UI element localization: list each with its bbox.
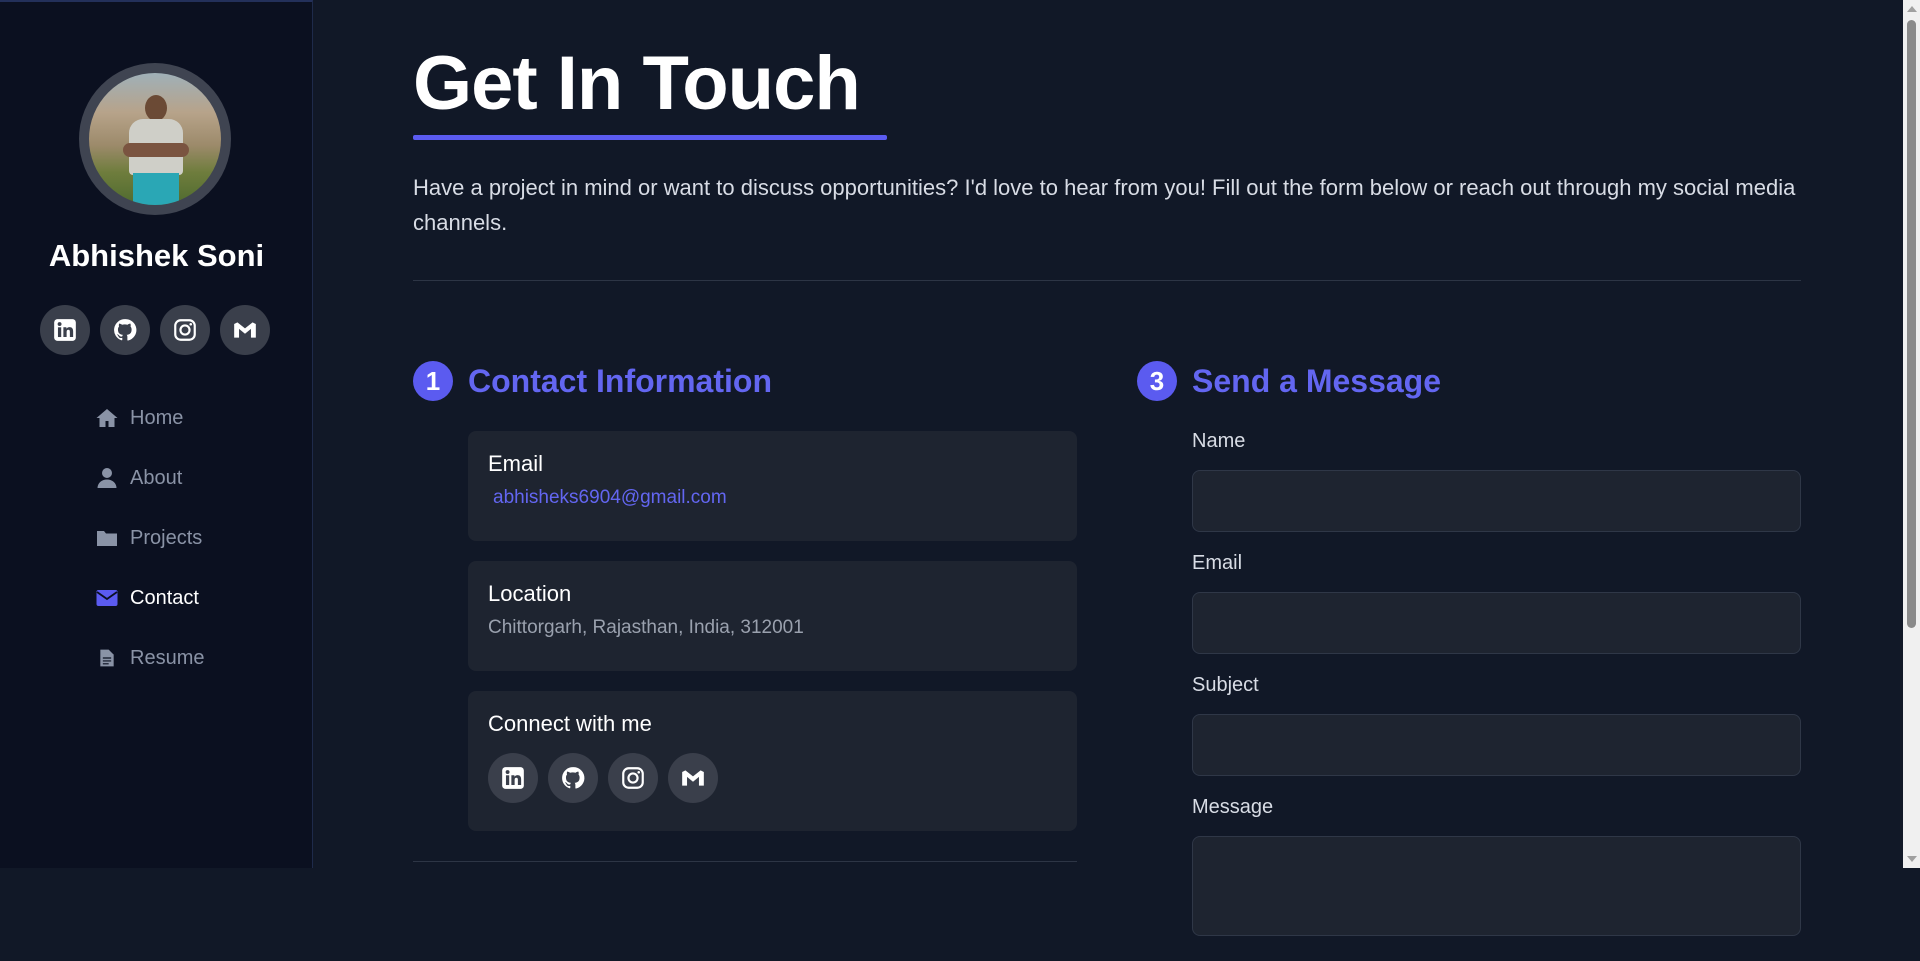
connect-social-links — [488, 753, 1057, 803]
intro-text: Have a project in mind or want to discus… — [413, 175, 1796, 235]
name-label: Name — [1192, 430, 1246, 452]
nav-label-resume: Resume — [130, 646, 205, 669]
nav-item-resume[interactable]: Resume — [94, 628, 204, 688]
page-scrollbar[interactable] — [1903, 0, 1920, 868]
name-input[interactable] — [1192, 470, 1801, 532]
send-message-header: 3 Send a Message — [1137, 361, 1441, 401]
send-message-title: Send a Message — [1192, 362, 1441, 399]
github-link[interactable] — [100, 305, 150, 355]
scroll-thumb[interactable] — [1907, 20, 1916, 628]
email-input[interactable] — [1192, 592, 1801, 654]
nav-item-projects[interactable]: Projects — [94, 508, 204, 568]
profile-name: Abhishek Soni — [48, 238, 265, 273]
linkedin-link[interactable] — [40, 305, 90, 355]
contact-bottom-divider — [413, 861, 1077, 862]
message-label: Message — [1192, 796, 1274, 818]
title-underline — [413, 135, 887, 140]
github-icon — [114, 319, 137, 341]
instagram-link[interactable] — [160, 305, 210, 355]
scroll-up-arrow-icon[interactable] — [1907, 6, 1917, 12]
location-label: Location — [488, 581, 572, 606]
nav-item-contact[interactable]: Contact — [94, 568, 204, 628]
github-icon — [562, 767, 585, 789]
scroll-down-arrow-icon[interactable] — [1907, 856, 1917, 862]
contact-info-header: 1 Contact Information — [413, 361, 772, 401]
linkedin-icon — [54, 319, 76, 341]
step-badge: 3 — [1137, 361, 1177, 401]
github-link[interactable] — [548, 753, 598, 803]
linkedin-icon — [502, 767, 524, 789]
sidebar-social-links — [40, 305, 270, 355]
gmail-icon — [234, 322, 256, 338]
instagram-icon — [622, 767, 644, 789]
nav-item-home[interactable]: Home — [94, 388, 204, 448]
section-divider — [413, 280, 1801, 281]
page-title: Get In Touch — [413, 41, 861, 126]
home-icon — [94, 405, 120, 431]
email-label: Email — [488, 451, 544, 476]
sidebar-nav: Home About Projects Contact Resume — [94, 388, 204, 688]
avatar-ring — [79, 63, 231, 215]
linkedin-link[interactable] — [488, 753, 538, 803]
nav-label-home: Home — [130, 406, 184, 429]
contact-info-title: Contact Information — [468, 362, 772, 399]
message-input[interactable] — [1192, 836, 1801, 936]
email-field-label: Email — [1192, 552, 1243, 574]
gmail-icon — [682, 770, 704, 786]
nav-item-about[interactable]: About — [94, 448, 204, 508]
connect-card: Connect with me — [468, 691, 1077, 831]
document-icon — [94, 645, 120, 671]
subject-input[interactable] — [1192, 714, 1801, 776]
subject-label: Subject — [1192, 674, 1259, 696]
email-card: Email abhisheks6904@gmail.com — [468, 431, 1077, 541]
location-card: Location Chittorgarh, Rajasthan, India, … — [468, 561, 1077, 671]
sidebar: Abhishek Soni Home About Projects Contac… — [0, 0, 313, 868]
instagram-link[interactable] — [608, 753, 658, 803]
connect-label: Connect with me — [488, 711, 652, 736]
step-badge: 1 — [413, 361, 453, 401]
gmail-link[interactable] — [668, 753, 718, 803]
email-link[interactable]: abhisheks6904@gmail.com — [493, 487, 1057, 509]
avatar — [89, 73, 221, 205]
gmail-link[interactable] — [220, 305, 270, 355]
nav-label-projects: Projects — [130, 526, 203, 549]
user-icon — [94, 465, 120, 491]
folder-icon — [94, 525, 120, 551]
nav-label-contact: Contact — [130, 586, 199, 609]
nav-label-about: About — [130, 466, 183, 489]
envelope-icon — [94, 585, 120, 611]
instagram-icon — [174, 319, 196, 341]
location-value: Chittorgarh, Rajasthan, India, 312001 — [488, 617, 804, 638]
contact-form: Name Email Subject Message — [1192, 430, 1801, 961]
